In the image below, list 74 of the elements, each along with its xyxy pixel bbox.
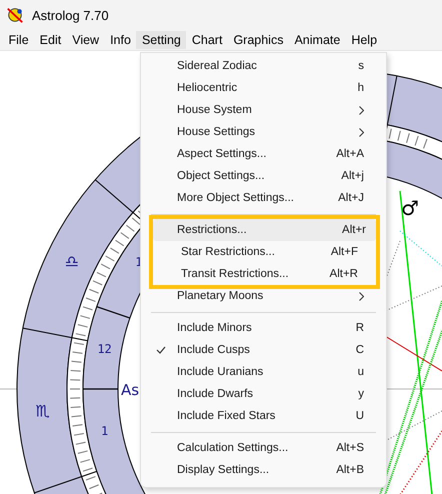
- menu-item-label: Include Uranians: [177, 366, 264, 378]
- menu-item[interactable]: Display Settings... Alt+B: [145, 459, 382, 481]
- menu-bar-item[interactable]: File: [3, 31, 34, 49]
- menu-item-label: Transit Restrictions...: [181, 268, 290, 280]
- shortcut-label: Alt+r: [342, 224, 366, 236]
- menu-item[interactable]: Star Restrictions... Alt+F: [149, 241, 376, 263]
- zodiac-sign-glyph: ♏: [36, 402, 50, 420]
- shortcut-label: u: [358, 366, 364, 378]
- menu-item[interactable]: Include Dwarfs y: [145, 383, 382, 405]
- menu-item[interactable]: Include Minors R: [145, 317, 382, 339]
- app-logo-icon: [6, 6, 24, 24]
- horizon-line: [386, 388, 442, 390]
- house-number: 1: [100, 424, 108, 438]
- menu-item-label: Display Settings...: [177, 464, 270, 476]
- menu-item[interactable]: Calculation Settings... Alt+S: [145, 437, 382, 459]
- shortcut-label: C: [356, 344, 364, 356]
- menu-item[interactable]: Include Fixed Stars U: [145, 405, 382, 427]
- menu-item-label: Aspect Settings...: [177, 148, 268, 160]
- menu-item-label: Sidereal Zodiac: [177, 60, 258, 72]
- menu-item-label: Include Dwarfs: [177, 388, 254, 400]
- menu-item[interactable]: Planetary Moons: [145, 285, 382, 307]
- menu-bar-item[interactable]: Info: [104, 31, 136, 49]
- planet-glyph: ♂: [401, 196, 419, 220]
- menu-item-label: Include Minors: [177, 322, 253, 334]
- submenu-chevron-icon: [359, 106, 364, 114]
- house-number: 12: [97, 342, 112, 356]
- zodiac-sign-glyph: ♎: [64, 252, 79, 272]
- menu-item-label: Calculation Settings...: [177, 442, 290, 454]
- window-title: Astrolog 7.70: [32, 8, 109, 22]
- menu-item[interactable]: Sidereal Zodiac s: [145, 55, 382, 77]
- menu-item-label: House System: [177, 104, 253, 116]
- ascendant-label: As: [121, 381, 140, 399]
- menu-item[interactable]: Include Uranians u: [145, 361, 382, 383]
- checkmark-icon: [156, 346, 166, 354]
- shortcut-label: R: [356, 322, 364, 334]
- shortcut-label: s: [358, 60, 364, 72]
- menu-item[interactable]: More Object Settings... Alt+J: [145, 187, 382, 209]
- shortcut-label: Alt+S: [336, 442, 364, 454]
- shortcut-label: Alt+B: [336, 464, 364, 476]
- menu-bar-item[interactable]: Chart: [186, 31, 228, 49]
- menu-bar-item[interactable]: Animate: [288, 31, 346, 49]
- shortcut-label: h: [358, 82, 364, 94]
- menu-bar-item[interactable]: Graphics: [228, 31, 289, 49]
- menu-item-label: House Settings: [177, 126, 256, 138]
- shortcut-label: Alt+j: [341, 170, 364, 182]
- submenu-chevron-icon: [359, 292, 364, 300]
- menu-item[interactable]: Transit Restrictions... Alt+R: [149, 263, 376, 285]
- menu-bar-item[interactable]: Setting: [136, 31, 186, 49]
- menu-item-label: More Object Settings...: [177, 192, 295, 204]
- menu-item[interactable]: Object Settings... Alt+j: [145, 165, 382, 187]
- shortcut-label: Alt+F: [330, 246, 358, 258]
- menu-bar-item[interactable]: Edit: [34, 31, 67, 49]
- shortcut-label: U: [356, 410, 364, 422]
- menu-item-label: Planetary Moons: [177, 290, 264, 302]
- menu-item-label: Restrictions...: [177, 224, 248, 236]
- menu-item-label: Object Settings...: [177, 170, 266, 182]
- menu-item[interactable]: Heliocentric h: [145, 77, 382, 99]
- menu-item[interactable]: Include Cusps C: [145, 339, 382, 361]
- shortcut-label: Alt+J: [338, 192, 364, 204]
- menu-bar-item[interactable]: View: [66, 31, 105, 49]
- menu-item-label: Star Restrictions...: [181, 246, 276, 258]
- menu-bar-item[interactable]: Help: [346, 31, 383, 49]
- menu-item[interactable]: Aspect Settings... Alt+A: [145, 143, 382, 165]
- menu-item-label: Heliocentric: [177, 82, 238, 94]
- shortcut-label: y: [358, 388, 364, 400]
- menu-item-label: Include Cusps: [177, 344, 251, 356]
- menu-item[interactable]: House Settings: [145, 121, 382, 143]
- menu-item[interactable]: Restrictions... Alt+r: [153, 219, 376, 241]
- menu-item-label: Include Fixed Stars: [177, 410, 276, 422]
- submenu-chevron-icon: [359, 128, 364, 136]
- horizon-line: [0, 388, 18, 390]
- shortcut-label: Alt+A: [336, 148, 364, 160]
- menu-item[interactable]: House System: [145, 99, 382, 121]
- shortcut-label: Alt+R: [330, 268, 358, 280]
